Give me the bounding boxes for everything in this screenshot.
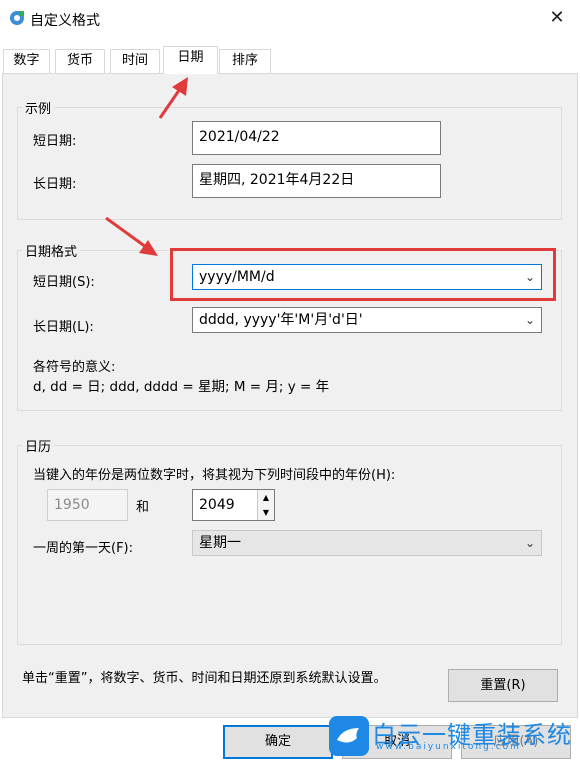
bird-logo-icon xyxy=(329,716,369,756)
tab-date[interactable]: 日期 xyxy=(163,46,218,74)
arrow-to-date-tab xyxy=(158,77,188,119)
watermark-url: www.baiyunxitong.com xyxy=(376,742,521,752)
arrow-to-short-date xyxy=(105,216,158,256)
annotation-arrows xyxy=(105,77,188,256)
